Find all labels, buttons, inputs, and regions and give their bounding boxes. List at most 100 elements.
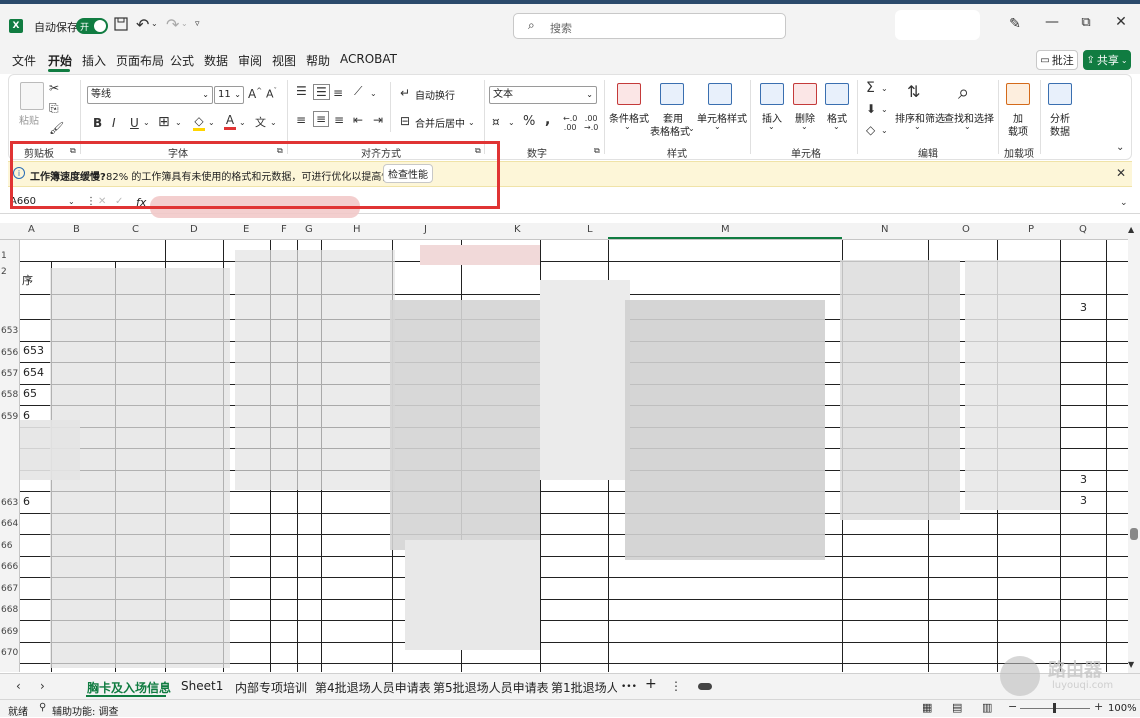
customize-qat-icon[interactable]: ▿ (195, 19, 200, 29)
insert-cells-icon[interactable] (760, 83, 784, 105)
align-right-icon[interactable]: ≡ (334, 113, 344, 127)
close-icon[interactable]: ✕ (1109, 14, 1133, 30)
comma-icon[interactable]: , (545, 112, 550, 128)
chevron-down-icon[interactable]: ⌄ (624, 122, 631, 131)
row-header[interactable]: 66 (0, 541, 19, 551)
bold-icon[interactable]: B (93, 116, 102, 130)
page-layout-view-icon[interactable]: ▤ (952, 701, 962, 714)
chevron-down-icon[interactable]: ⌄ (881, 84, 888, 93)
phonetic-icon[interactable]: 文 (255, 114, 266, 130)
search-box[interactable]: ⌕ 搜索 (513, 13, 786, 39)
col-header-k[interactable]: K (514, 224, 521, 235)
paste-icon[interactable] (20, 82, 44, 110)
row-header[interactable]: 669 (0, 627, 19, 637)
undo-icon[interactable]: ↶ (136, 15, 149, 34)
col-header-g[interactable]: G (305, 224, 313, 235)
sheet-options-icon[interactable]: ⋮ (670, 679, 682, 693)
horizontal-scroll-thumb[interactable] (698, 683, 712, 690)
zoom-level[interactable]: 100% (1108, 703, 1137, 714)
more-sheets-icon[interactable]: ••• (621, 682, 637, 692)
cut-icon[interactable]: ✂ (49, 81, 59, 95)
sheet-tab[interactable]: Sheet1 (181, 679, 223, 693)
zoom-slider-thumb[interactable] (1053, 703, 1056, 713)
fill-icon[interactable]: ⬇ (866, 102, 876, 116)
col-header-b[interactable]: B (73, 224, 80, 235)
redo-icon[interactable]: ↷ (166, 15, 179, 34)
save-icon[interactable] (114, 17, 128, 34)
sheet-tab[interactable]: 第1批退场人员 (551, 679, 617, 696)
tab-page-layout[interactable]: 页面布局 (116, 52, 164, 69)
zoom-in-icon[interactable]: + (1094, 700, 1103, 713)
share-button[interactable]: ⇪ 共享 ⌄ (1083, 50, 1131, 70)
increase-indent-icon[interactable]: ⇥ (373, 113, 383, 127)
row-header[interactable]: 653 (0, 326, 19, 336)
row-header[interactable]: 659 (0, 412, 19, 422)
zoom-out-icon[interactable]: − (1008, 700, 1017, 713)
chevron-down-icon[interactable]: ⌄ (914, 122, 921, 131)
row-header[interactable]: 2 (0, 267, 19, 277)
worksheet-grid[interactable]: 序 653 654 65 6 6 3 3 3 (20, 240, 1128, 672)
chevron-down-icon[interactable]: ⌄ (468, 118, 475, 127)
find-select-icon[interactable]: ⌕ (958, 80, 969, 104)
autosum-icon[interactable]: Σ (866, 80, 875, 96)
analyze-data-label-2[interactable]: 数据 (1050, 123, 1070, 138)
redo-dropdown-icon[interactable]: ⌄ (181, 19, 188, 28)
expand-formula-icon[interactable]: ⌄ (1120, 198, 1128, 208)
autosave-toggle[interactable]: 开 (76, 18, 108, 34)
scroll-up-icon[interactable]: ▲ (1128, 225, 1134, 234)
normal-view-icon[interactable]: ▦ (922, 701, 932, 714)
format-painter-icon[interactable]: 🖌 (49, 121, 64, 135)
col-header-c[interactable]: C (132, 224, 139, 235)
tab-review[interactable]: 审阅 (238, 52, 262, 69)
orientation-icon[interactable]: ⟋ (354, 84, 362, 99)
decrease-font-icon[interactable]: Aˇ (266, 87, 277, 101)
paste-label[interactable]: 粘贴 (19, 112, 39, 127)
cell-styles-icon[interactable] (708, 83, 732, 105)
align-bottom-icon[interactable]: ≡ (333, 86, 343, 100)
align-middle-icon[interactable]: ☰ (313, 84, 330, 100)
row-header[interactable]: 668 (0, 605, 19, 615)
italic-icon[interactable]: I (112, 116, 116, 130)
ribbon-collapse-icon[interactable]: ⌄ (1116, 142, 1124, 153)
row-header[interactable]: 666 (0, 562, 19, 572)
sheet-tab[interactable]: 胸卡及入场信息 (87, 679, 171, 696)
analyze-data-icon[interactable] (1048, 83, 1072, 105)
chevron-down-icon[interactable]: ⌄ (881, 126, 888, 135)
prev-sheet-icon[interactable]: ‹ (16, 679, 21, 693)
format-as-table-icon[interactable] (660, 83, 684, 105)
scroll-thumb[interactable] (1130, 528, 1138, 540)
increase-font-icon[interactable]: A^ (248, 87, 262, 101)
decrease-decimal-icon[interactable]: .00 →.0 (584, 114, 598, 132)
fill-color-icon[interactable]: ◇ (193, 114, 205, 131)
font-size-dropdown[interactable]: 11 ⌄ (214, 86, 244, 104)
tab-home[interactable]: 开始 (48, 52, 72, 69)
col-header-q[interactable]: Q (1079, 224, 1087, 235)
tab-help[interactable]: 帮助 (306, 52, 330, 69)
clear-icon[interactable]: ◇ (866, 123, 875, 137)
decrease-indent-icon[interactable]: ⇤ (353, 113, 363, 127)
col-header-h[interactable]: H (353, 224, 361, 235)
restore-icon[interactable]: ⧉ (1074, 15, 1098, 30)
tab-data[interactable]: 数据 (204, 52, 228, 69)
col-header-n[interactable]: N (881, 224, 888, 235)
border-icon[interactable]: ⊞ (158, 114, 170, 130)
minimize-icon[interactable]: — (1040, 14, 1064, 30)
chevron-down-icon[interactable]: ⌄ (370, 89, 377, 98)
sheet-tab[interactable]: 第5批退场人员申请表 (433, 679, 549, 696)
row-header[interactable]: 663 (0, 498, 19, 508)
row-header[interactable]: 670 (0, 648, 19, 658)
merge-center-label[interactable]: 合并后居中 (415, 115, 465, 130)
add-sheet-button[interactable]: + (645, 676, 657, 692)
page-break-view-icon[interactable]: ▥ (982, 701, 992, 714)
chevron-down-icon[interactable]: ⌄ (175, 118, 182, 127)
next-sheet-icon[interactable]: › (40, 679, 45, 693)
col-header-d[interactable]: D (190, 224, 198, 235)
align-left-icon[interactable]: ≡ (296, 113, 306, 127)
row-header[interactable]: 1 (0, 251, 19, 261)
chevron-down-icon[interactable]: ⌄ (143, 118, 150, 127)
accessibility-icon[interactable]: ⚲ (39, 702, 46, 713)
align-center-icon[interactable]: ≡ (313, 111, 330, 127)
sheet-tab[interactable]: 内部专项培训 (235, 679, 307, 696)
row-header[interactable]: 664 (0, 519, 19, 529)
sheet-tab[interactable]: 第4批退场人员申请表 (315, 679, 431, 696)
